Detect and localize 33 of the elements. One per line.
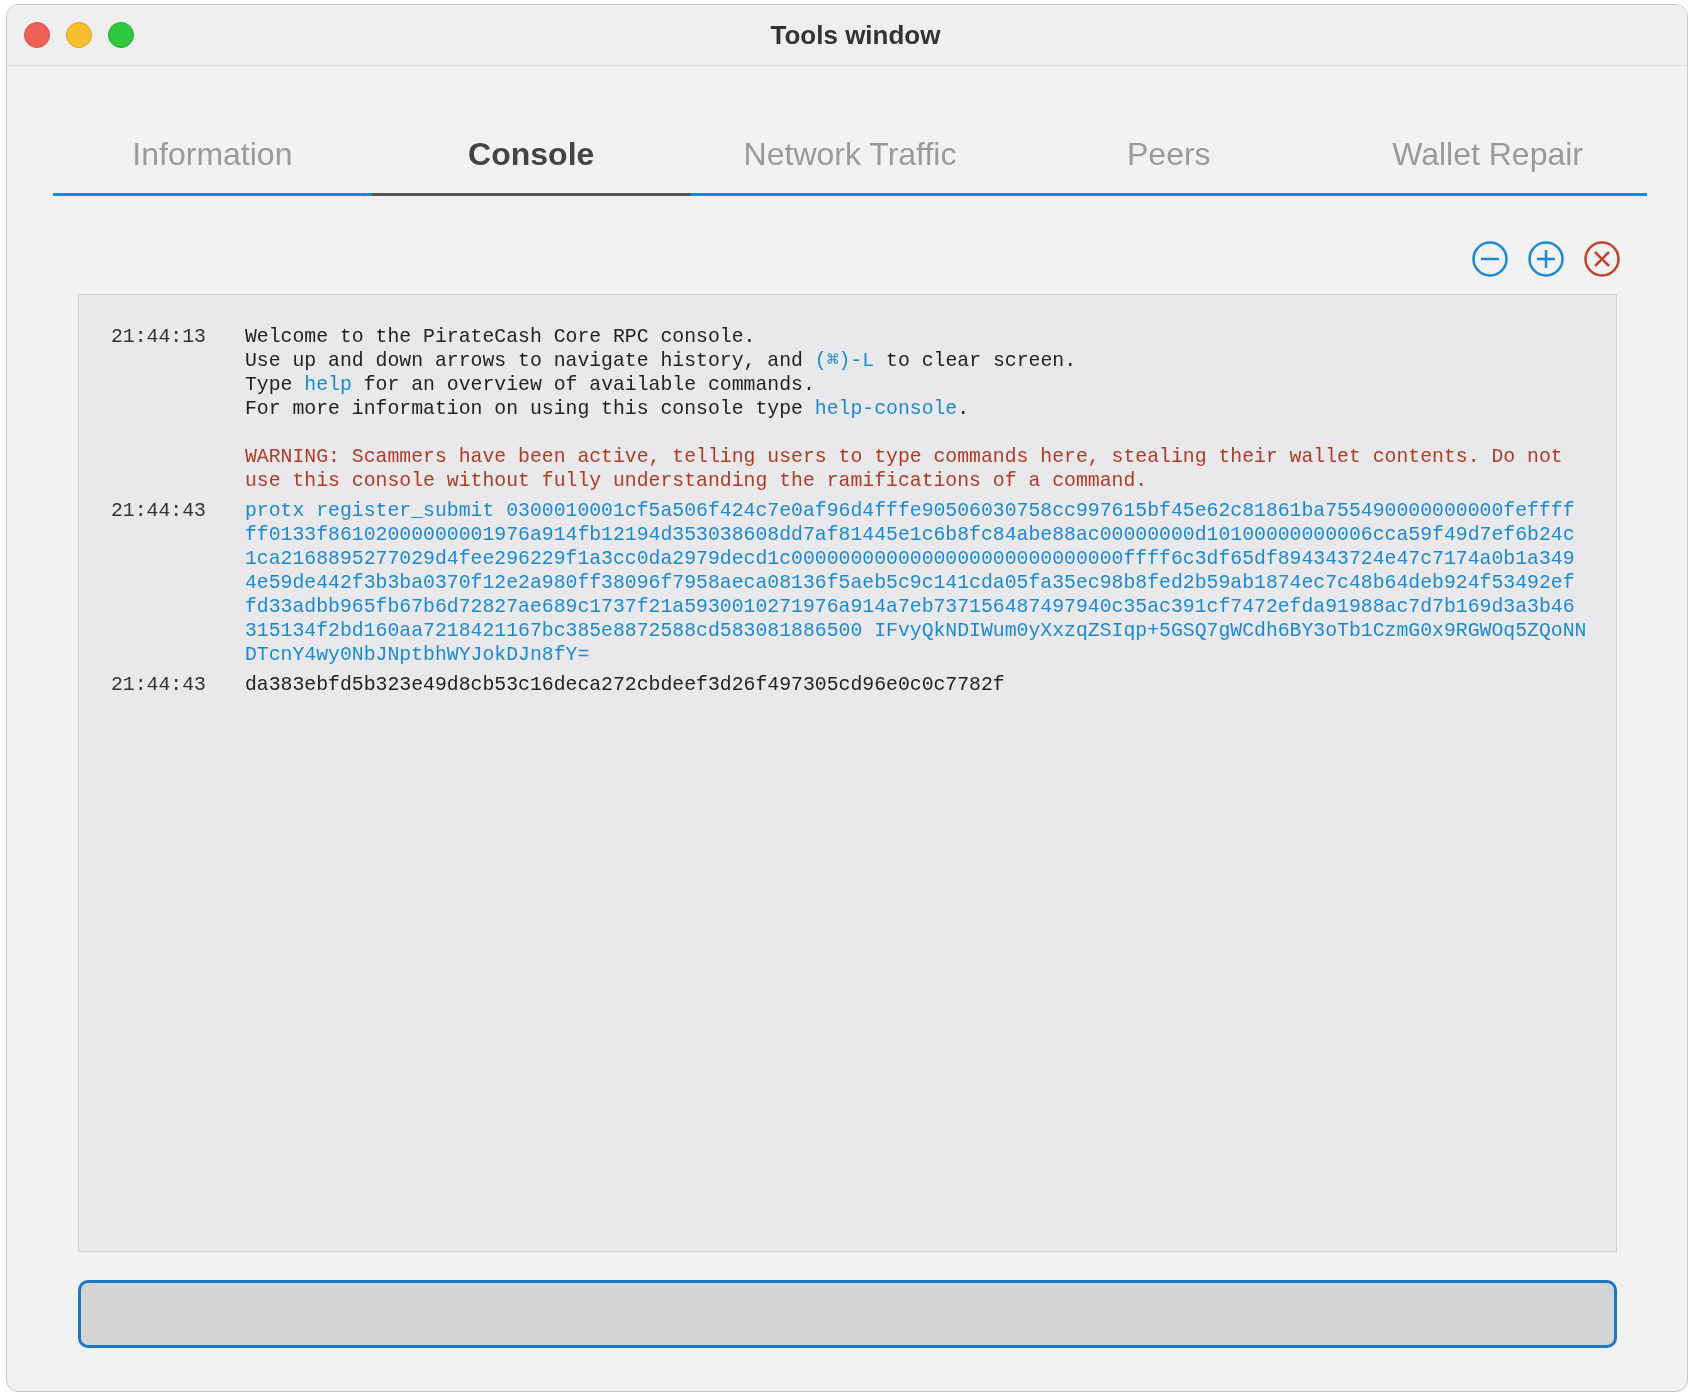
tab[interactable]: Peers <box>1009 114 1329 196</box>
command-input[interactable] <box>78 1280 1617 1348</box>
console-text: Welcome to the PirateCash Core RPC console. <box>245 325 757 349</box>
command-text: fd33adbb965fb67b6d72827ae689c1737f21a5930010271976a914a7eb737156487497940c35ac391cf7472efda91988ac7d7b169d3a3b46 <box>245 595 1576 619</box>
command-text: ff0133f86102000000001976a914fb12194d353038608dd7af81445e1c6b8fc84abe88ac00000000d10100000000006cca59f49d7ef6b24c <box>245 523 1576 547</box>
window-title: Tools window <box>770 19 941 51</box>
console-text: For more information on using this console type help-console. <box>245 397 971 421</box>
warning-text: WARNING: Scammers have been active, telling users to type commands here, stealing their wallet contents. Do not <box>245 445 1563 469</box>
console-text: Use up and down arrows to navigate history, and (⌘)-L to clear screen. <box>245 349 1077 373</box>
console-text: da383ebfd5b323e49d8cb53c16deca272cbdeef3d26f497305cd96e0c0c7782f <box>245 673 1005 697</box>
command-text: DTcnY4wy0NbJNptbhWYJokDJn8fY= <box>245 643 591 667</box>
command-text: 4e59de442f3b3ba0370f12e2a980ff38096f7958aeca08136f5aeb5c9c141cda05fa35ec98b8fed2b59ab1874ec7c48b64deb924f53492ef <box>245 571 1576 595</box>
command-text: (⌘)-L <box>814 350 875 372</box>
timestamp: 21:44:43 <box>110 499 207 524</box>
console-text: Type help for an overview of available commands. <box>245 373 816 397</box>
timestamp: 21:44:13 <box>110 325 207 350</box>
zoom-window-button[interactable] <box>108 22 134 48</box>
tab[interactable]: Network Traffic <box>690 114 1010 196</box>
increase-font-icon[interactable] <box>1527 240 1565 278</box>
tab[interactable]: Console <box>371 114 691 196</box>
command-text: protx register_submit 0300010001cf5a506f424c7e0af96d4fffe90506030758cc997615bf45e62c81861ba755490000000000feffff <box>245 499 1576 523</box>
command-text: 315134f2bd160aa7218421167bc385e8872588cd583081886500 IFvyQkNDIWum0yXxzqZSIqp+5GSQ7gWCdh6BY3oTb1CzmG0x9RGWOq5ZQoNN <box>245 619 1587 643</box>
command-text: 1ca2168895277029d4fee296229f1a3cc0da2979decd1c0000000000000000000000000000ffff6c3df65df894343724e47c7174a0b1a349 <box>245 547 1576 571</box>
tab[interactable]: Wallet Repair <box>1328 114 1647 196</box>
clear-icon[interactable] <box>1583 240 1621 278</box>
decrease-font-icon[interactable] <box>1471 240 1509 278</box>
command-text: help <box>304 374 352 396</box>
command-text: help-console <box>814 398 958 420</box>
close-window-button[interactable] <box>24 22 50 48</box>
warning-text: use this console without fully understanding the ramifications of a command. <box>245 469 1149 493</box>
minimize-window-button[interactable] <box>66 22 92 48</box>
timestamp: 21:44:43 <box>110 673 207 697</box>
tab[interactable]: Information <box>53 114 372 196</box>
